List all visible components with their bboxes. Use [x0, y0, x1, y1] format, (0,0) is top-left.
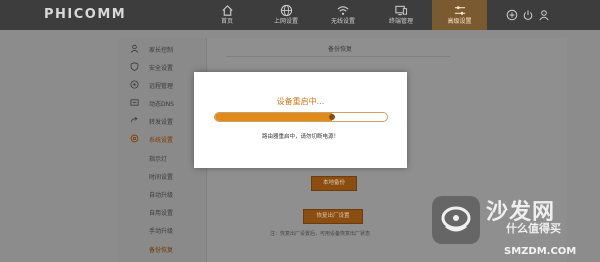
power-icon[interactable]	[522, 9, 534, 21]
shield-icon	[130, 62, 139, 71]
progress-bar-fill	[215, 113, 332, 121]
sidebar-subitem-indicator-light[interactable]: 指示灯	[118, 149, 206, 166]
sidebar-subitem-label: 手动升级	[149, 228, 174, 235]
sidebar-subitem-label: 时间设置	[149, 174, 174, 181]
sliders-icon	[454, 6, 465, 15]
sidebar-subitem-label: 自动升级	[149, 192, 174, 199]
sidebar-item-label: 系统设置	[149, 137, 174, 144]
nav-wireless-settings[interactable]: 无线设置	[323, 0, 363, 30]
factory-reset-button[interactable]: 恢复出厂设置	[303, 209, 363, 224]
sidebar-subitem-time-settings[interactable]: 时间设置	[118, 167, 206, 184]
nav-internet-label: 上网设置	[273, 18, 298, 25]
sidebar-item-label: 转发设置	[149, 119, 174, 126]
sidebar-item-port-forwarding[interactable]: 转发设置	[118, 112, 206, 130]
local-backup-button[interactable]: 本地备份	[311, 176, 357, 191]
progress-indicator-dot	[328, 114, 335, 120]
gear-icon	[130, 134, 139, 143]
sidebar-item-security[interactable]: 安全设置	[118, 58, 206, 76]
nav-home[interactable]: 首页	[212, 0, 242, 30]
home-icon	[221, 5, 233, 16]
dialog-message: 路由器重启中，请勿切断电源！	[261, 134, 339, 140]
sidebar-item-parental-control[interactable]: 家长控制	[118, 40, 206, 58]
brand-logo: PHICOMM	[44, 7, 127, 22]
wifi-icon	[337, 6, 349, 15]
watermark-url: SMZDM.COM	[504, 246, 577, 257]
sidebar-subitem-self-settings[interactable]: 自用设置	[118, 203, 206, 220]
watermark-subtitle: 什么值得买	[506, 222, 561, 235]
sidebar-item-label: 远程管理	[149, 83, 174, 90]
sidebar-item-remote-management[interactable]: 远程管理	[118, 76, 206, 94]
sidebar-item-label: 安全设置	[149, 65, 174, 72]
restart-dialog: 设备重启中... 路由器重启中，请勿切断电源！	[194, 72, 407, 168]
sidebar-item-label: 动态DNS	[149, 101, 174, 108]
sidebar-subitem-backup-restore[interactable]: 备份恢复	[118, 240, 206, 257]
top-nav-bar: PHICOMM 首页 上网设置 无线设置 终端管理 高级设置	[0, 0, 600, 30]
globe-icon	[280, 4, 292, 17]
nav-internet-settings[interactable]: 上网设置	[266, 0, 306, 30]
user-icon	[130, 44, 139, 53]
watermark-logo-icon	[432, 196, 480, 244]
remote-icon	[130, 80, 139, 89]
nav-advanced-settings[interactable]: 高级设置	[432, 0, 487, 30]
user-icon[interactable]	[538, 9, 550, 21]
page-title: 备份恢复	[327, 46, 352, 53]
dns-icon	[130, 99, 139, 106]
nav-wireless-label: 无线设置	[330, 18, 355, 25]
sidebar-subitem-manual-upgrade[interactable]: 手动升级	[118, 221, 206, 238]
progress-bar	[214, 112, 388, 122]
factory-reset-note: 注：恢复出厂设置后，可用设备恢复出厂状态	[270, 231, 371, 237]
nav-device-management[interactable]: 终端管理	[381, 0, 421, 30]
nav-advanced-label: 高级设置	[447, 18, 472, 25]
add-icon[interactable]	[506, 9, 518, 21]
forward-icon	[130, 117, 138, 123]
nav-home-label: 首页	[220, 18, 233, 25]
dialog-title: 设备重启中...	[276, 97, 325, 106]
sidebar-item-label: 家长控制	[149, 47, 174, 54]
sidebar-subitem-auto-upgrade[interactable]: 自动升级	[118, 185, 206, 202]
sidebar-item-system-settings[interactable]: 系统设置	[118, 130, 206, 148]
sidebar-subitem-label: 备份恢复	[149, 247, 174, 254]
nav-devices-label: 终端管理	[388, 18, 413, 25]
divider	[226, 56, 450, 57]
sidebar-subitem-label: 指示灯	[149, 156, 168, 163]
sidebar-item-ddns[interactable]: 动态DNS	[118, 94, 206, 112]
sidebar-subitem-label: 自用设置	[149, 210, 174, 217]
devices-icon	[395, 5, 408, 16]
